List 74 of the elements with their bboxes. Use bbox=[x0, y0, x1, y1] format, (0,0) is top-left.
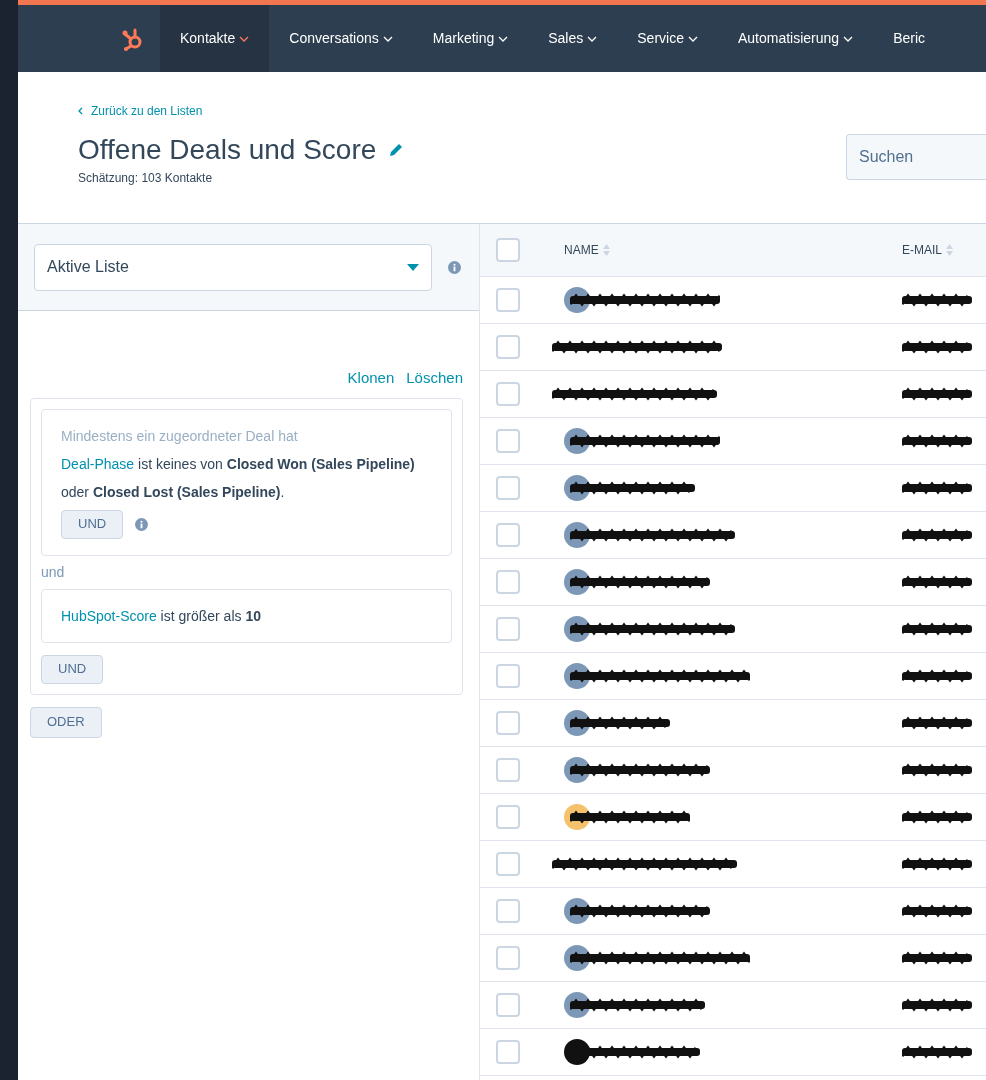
or-button[interactable]: ODER bbox=[30, 706, 102, 738]
redaction-mark bbox=[902, 481, 972, 495]
row-checkbox[interactable] bbox=[496, 617, 520, 641]
redaction-mark bbox=[902, 1045, 972, 1059]
row-checkbox[interactable] bbox=[496, 382, 520, 406]
redaction-mark bbox=[902, 951, 972, 965]
nav-item[interactable]: Beric bbox=[873, 5, 946, 72]
redaction-mark bbox=[902, 810, 972, 824]
caret-icon bbox=[382, 35, 393, 42]
select-all-checkbox[interactable] bbox=[496, 238, 520, 262]
redaction-mark bbox=[902, 387, 972, 401]
nav-item[interactable]: Conversations bbox=[269, 5, 413, 72]
redaction-mark bbox=[902, 669, 972, 683]
redaction-mark bbox=[902, 434, 972, 448]
page-title: Offene Deals und Score bbox=[78, 133, 377, 167]
sort-icon bbox=[602, 244, 610, 256]
caret-icon bbox=[498, 35, 509, 42]
row-checkbox[interactable] bbox=[496, 570, 520, 594]
row-checkbox[interactable] bbox=[496, 711, 520, 735]
row-checkbox[interactable] bbox=[496, 852, 520, 876]
caret-icon bbox=[843, 35, 854, 42]
pencil-icon[interactable] bbox=[388, 141, 405, 158]
dropdown-icon bbox=[407, 263, 419, 271]
redaction-mark bbox=[902, 340, 972, 354]
row-checkbox[interactable] bbox=[496, 1040, 520, 1064]
estimate-text: Schätzung: 103 Kontakte bbox=[78, 170, 214, 187]
redaction-mark bbox=[902, 622, 972, 636]
condition-text: Deal-Phase ist keines von Closed Won (Sales Pipeline) oder Closed Lost (Sales Pipeline). bbox=[61, 454, 416, 502]
action-link[interactable]: Löschen bbox=[406, 367, 463, 390]
redaction-mark bbox=[902, 998, 972, 1012]
row-checkbox[interactable] bbox=[496, 946, 520, 970]
redaction-mark bbox=[902, 716, 972, 730]
row-checkbox[interactable] bbox=[496, 335, 520, 359]
and-button[interactable]: UND bbox=[41, 654, 104, 684]
caret-icon bbox=[687, 35, 698, 42]
redaction-mark bbox=[902, 904, 972, 918]
back-link[interactable]: Zurück zu den Listen bbox=[78, 102, 405, 120]
redaction-mark bbox=[902, 857, 972, 871]
nav-item[interactable]: Sales bbox=[528, 5, 618, 72]
redaction-mark bbox=[902, 575, 972, 589]
row-checkbox[interactable] bbox=[496, 993, 520, 1017]
row-checkbox[interactable] bbox=[496, 758, 520, 782]
row-checkbox[interactable] bbox=[496, 429, 520, 453]
row-checkbox[interactable] bbox=[496, 899, 520, 923]
search-field[interactable]: Suchen bbox=[846, 134, 986, 180]
row-checkbox[interactable] bbox=[496, 288, 520, 312]
property-link[interactable]: HubSpot-Score bbox=[61, 607, 157, 624]
row-checkbox[interactable] bbox=[496, 805, 520, 829]
redaction-mark bbox=[902, 293, 972, 307]
list-type-dropdown[interactable]: Aktive Liste bbox=[34, 243, 432, 291]
sprocket-logo[interactable] bbox=[122, 26, 144, 51]
action-link[interactable]: Klonen bbox=[347, 367, 395, 390]
nav-item[interactable]: Kontakte bbox=[160, 5, 270, 72]
caret-icon bbox=[587, 35, 598, 42]
nav-item[interactable]: Marketing bbox=[412, 5, 529, 72]
caret-icon bbox=[239, 35, 250, 42]
condition-intro: Mindestens ein zugeordneter Deal hat bbox=[61, 426, 299, 446]
column-header[interactable]: NAME bbox=[564, 241, 902, 259]
chevron-left-icon bbox=[78, 107, 83, 115]
redaction-mark bbox=[902, 763, 972, 777]
condition-text: HubSpot-Score ist größer als 10 bbox=[61, 606, 262, 626]
info-icon[interactable] bbox=[135, 517, 149, 531]
joiner-text: und bbox=[41, 562, 66, 582]
property-link[interactable]: Deal-Phase bbox=[61, 455, 135, 472]
nav-item[interactable]: Service bbox=[617, 5, 718, 72]
and-button[interactable]: UND bbox=[61, 509, 124, 539]
sort-icon bbox=[946, 244, 953, 256]
nav-item[interactable]: Automatisierung bbox=[717, 5, 874, 72]
column-header[interactable]: E-MAIL bbox=[902, 241, 953, 259]
info-icon[interactable] bbox=[448, 260, 461, 274]
row-checkbox[interactable] bbox=[496, 476, 520, 500]
redaction-mark bbox=[902, 528, 972, 542]
row-checkbox[interactable] bbox=[496, 664, 520, 688]
row-checkbox[interactable] bbox=[496, 523, 520, 547]
